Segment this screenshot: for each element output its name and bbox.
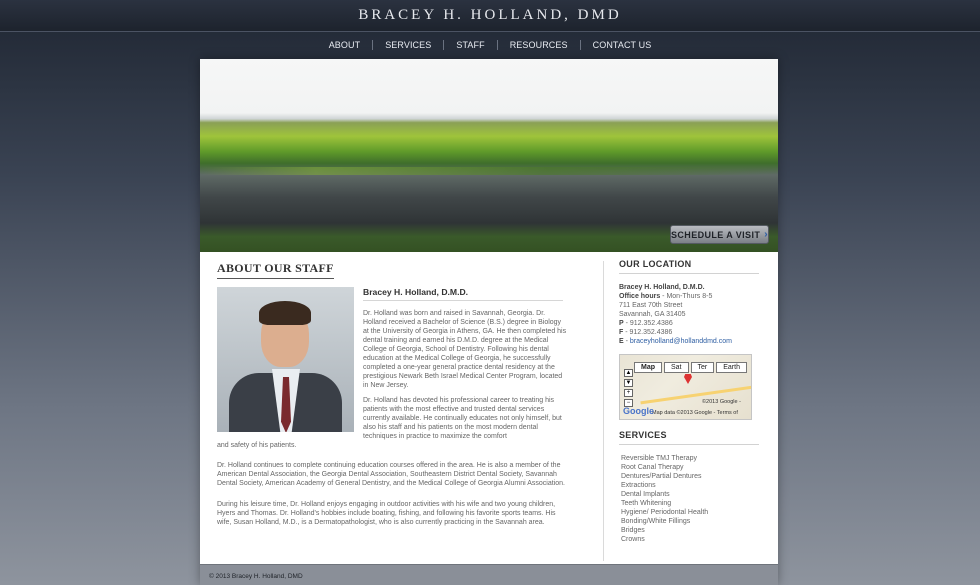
office-hours-label: Office hours [619,293,661,300]
main-nav: ABOUT SERVICES STAFF RESOURCES CONTACT U… [0,36,980,54]
nav-about[interactable]: ABOUT [317,40,374,50]
nav-contact-us[interactable]: CONTACT US [581,40,664,50]
schedule-visit-button[interactable]: SCHEDULE A VISIT › [670,225,769,244]
sidebar: OUR LOCATION Bracey H. Holland, D.M.D. O… [619,259,759,544]
map-data-credit: Map data ©2013 Google - Terms of [652,410,738,416]
location-street: 711 East 70th Street [619,302,683,309]
map-pan-down-icon[interactable]: ▼ [624,379,633,387]
office-hours-value: - Mon-Thurs 8-5 [660,293,713,300]
service-item[interactable]: Crowns [621,535,759,544]
location-details: Bracey H. Holland, D.M.D. Office hours -… [619,283,759,346]
service-item[interactable]: Reversible TMJ Therapy [621,454,759,463]
about-column: ABOUT OUR STAFF Bracey H. Holland, D.M.D… [217,259,567,526]
hero-image: SCHEDULE A VISIT › [200,59,778,252]
email-label: E [619,338,624,345]
bio-paragraph-4: During his leisure time, Dr. Holland enj… [217,501,556,526]
service-item[interactable]: Bridges [621,526,759,535]
map-tab-sat[interactable]: Sat [664,362,689,373]
phone-value: - 912.352.4386 [623,320,673,327]
content-area: ABOUT OUR STAFF Bracey H. Holland, D.M.D… [200,255,778,563]
service-item[interactable]: Root Canal Therapy [621,463,759,472]
footer: © 2013 Bracey H. Holland, DMD [200,564,778,585]
site-title: BRACEY H. HOLLAND, DMD [358,7,622,23]
services-list: Reversible TMJ Therapy Root Canal Therap… [619,454,759,544]
hero-marsh-band [200,167,778,175]
nav-services[interactable]: SERVICES [373,40,445,50]
map-type-tabs: Map Sat Ter Earth [634,362,747,373]
column-divider [603,261,604,561]
location-name: Bracey H. Holland, D.M.D. [619,284,705,291]
location-title: OUR LOCATION [619,259,759,274]
schedule-visit-label: SCHEDULE A VISIT [671,229,761,240]
doctor-photo [217,287,354,432]
location-city: Savannah, GA 31405 [619,311,686,318]
top-bar: BRACEY H. HOLLAND, DMD [0,0,980,32]
map-tab-earth[interactable]: Earth [716,362,747,373]
bio-paragraph-1: Dr. Holland was born and raised in Savan… [363,310,567,389]
service-item[interactable]: Hygiene/ Periodontal Health [621,508,759,517]
services-title: SERVICES [619,430,759,445]
photo-hair [259,301,311,325]
google-logo: Google [623,406,654,416]
bio-paragraph-2-tail: and safety of his patients. [217,442,297,449]
bio-paragraph-3: Dr. Holland continues to complete contin… [217,462,565,487]
location-map[interactable]: Map Sat Ter Earth ▲ ▼ + − ©2013 Google -… [619,354,752,420]
map-pin-icon[interactable] [684,374,692,384]
service-item[interactable]: Dentures/Partial Dentures [621,472,759,481]
nav-resources[interactable]: RESOURCES [498,40,581,50]
map-zoom-in-icon[interactable]: + [624,389,633,397]
doctor-name: Bracey H. Holland, D.M.D. [363,287,563,301]
service-item[interactable]: Teeth Whitening [621,499,759,508]
service-item[interactable]: Extractions [621,481,759,490]
chevron-right-icon: › [764,229,768,240]
map-tab-map[interactable]: Map [634,362,662,373]
bio-paragraph-2: Dr. Holland has devoted his professional… [363,397,562,440]
map-pan-up-icon[interactable]: ▲ [624,369,633,377]
map-tab-ter[interactable]: Ter [690,362,715,373]
map-zoom-controls: ▲ ▼ + − [624,369,633,407]
footer-copyright: © 2013 Bracey H. Holland, DMD [209,573,303,580]
nav-staff[interactable]: STAFF [444,40,498,50]
about-section-title: ABOUT OUR STAFF [217,261,334,279]
map-copyright: ©2013 Google - [702,399,741,405]
email-link[interactable]: braceyholland@hollanddmd.com [630,338,732,345]
page-container: SCHEDULE A VISIT › ABOUT OUR STAFF Brace… [200,59,778,585]
service-item[interactable]: Bonding/White Fillings [621,517,759,526]
fax-value: - 912.352.4386 [623,329,673,336]
service-item[interactable]: Dental Implants [621,490,759,499]
